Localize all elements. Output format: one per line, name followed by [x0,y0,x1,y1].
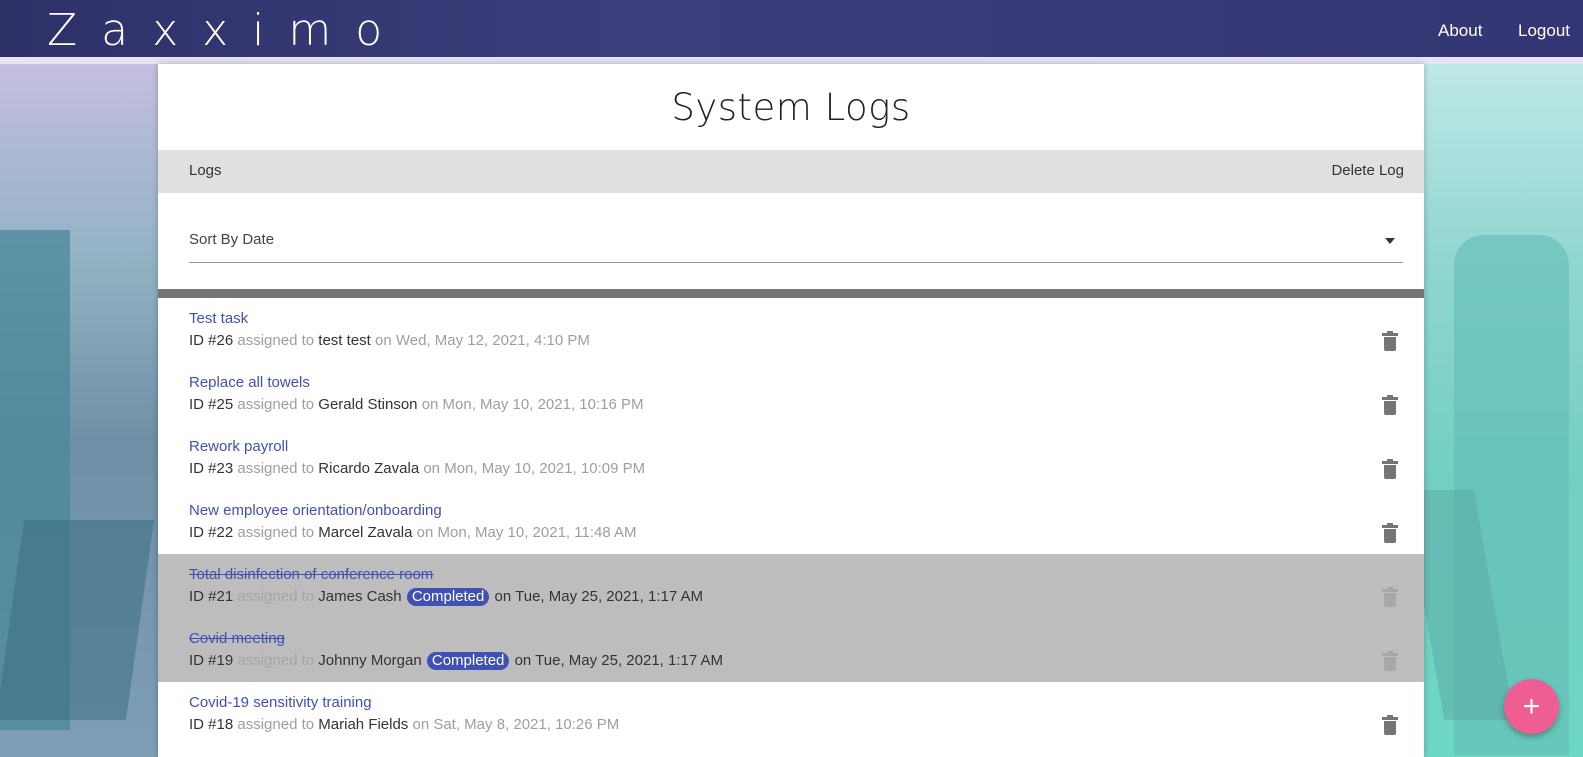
log-assigned-label: assigned to [237,588,315,605]
log-meta: ID #25 assigned to Gerald Stinson on Mon… [189,396,644,413]
log-title-link[interactable]: New employee orientation/onboarding [189,502,442,519]
log-assignee: Ricardo Zavala [318,460,420,477]
log-meta: ID #26 assigned to test test on Wed, May… [189,332,590,349]
log-meta: ID #19 assigned to Johnny Morgan Complet… [189,652,723,670]
trash-icon[interactable] [1382,395,1398,415]
log-assignee: Marcel Zavala [318,524,413,541]
log-assigned-label: assigned to [237,396,315,413]
log-date: on Wed, May 12, 2021, 4:10 PM [374,332,590,349]
nav-about-link[interactable]: About [1438,20,1482,42]
log-date: on Tue, May 25, 2021, 1:17 AM [514,652,724,669]
log-assigned-label: assigned to [237,524,315,541]
list-item: New employee orientation/onboarding ID #… [158,490,1424,554]
log-meta: ID #22 assigned to Marcel Zavala on Mon,… [189,524,637,541]
log-date: on Sat, May 8, 2021, 10:26 PM [412,716,620,733]
log-date: on Mon, May 10, 2021, 10:09 PM [423,460,646,477]
log-id: ID #21 [189,588,234,605]
log-date: on Tue, May 25, 2021, 1:17 AM [494,588,704,605]
navbar: Zaxximo About Logout [0,0,1583,57]
log-meta: ID #18 assigned to Mariah Fields on Sat,… [189,716,619,733]
trash-icon[interactable] [1382,651,1398,671]
log-assignee: Johnny Morgan [318,652,422,669]
log-title-link[interactable]: Covid meeting [189,630,285,647]
status-badge: Completed [426,652,510,670]
log-title-link[interactable]: Test task [189,310,248,327]
list-item: Replace all towels ID #25 assigned to Ge… [158,362,1424,426]
list-divider [158,289,1424,298]
log-id: ID #25 [189,396,234,413]
log-date: on Mon, May 10, 2021, 11:48 AM [416,524,637,541]
page-title: System Logs [671,86,911,129]
background-chair-left [0,520,155,720]
tab-logs[interactable]: Logs [189,162,222,179]
list-item: Covid-19 sensitivity training ID #18 ass… [158,682,1424,746]
sort-select[interactable]: Sort By Date [189,219,1403,263]
list-item-completed: Total disinfection of conference room ID… [158,554,1424,618]
list-item-completed: Covid meeting ID #19 assigned to Johnny … [158,618,1424,682]
log-id: ID #19 [189,652,234,669]
log-title-link[interactable]: Replace all towels [189,374,310,391]
log-assigned-label: assigned to [237,716,315,733]
trash-icon[interactable] [1382,331,1398,351]
log-id: ID #23 [189,460,234,477]
list-item: Test task ID #26 assigned to test test o… [158,298,1424,362]
log-id: ID #22 [189,524,234,541]
log-assignee: Gerald Stinson [318,396,418,413]
trash-icon[interactable] [1382,459,1398,479]
tab-bar: Logs Delete Log [158,150,1424,193]
log-title-link[interactable]: Rework payroll [189,438,288,455]
log-title-link[interactable]: Total disinfection of conference room [189,566,433,583]
log-id: ID #18 [189,716,234,733]
brand-logo[interactable]: Zaxximo [47,6,406,56]
log-id: ID #26 [189,332,234,349]
plus-icon: + [1522,690,1541,723]
log-meta: ID #21 assigned to James Cash Completed … [189,588,703,606]
navbar-underline [0,57,1583,64]
log-assigned-label: assigned to [237,332,315,349]
log-assigned-label: assigned to [237,460,315,477]
status-badge: Completed [406,588,490,606]
caret-down-icon [1385,238,1395,244]
trash-icon[interactable] [1382,587,1398,607]
trash-icon[interactable] [1382,715,1398,735]
list-item: Rework payroll ID #23 assigned to Ricard… [158,426,1424,490]
log-assigned-label: assigned to [237,652,315,669]
log-assignee: James Cash [318,588,402,605]
add-log-button[interactable]: + [1504,679,1559,734]
background-left [0,60,160,757]
sort-select-value: Sort By Date [189,231,275,248]
log-assignee: Mariah Fields [318,716,409,733]
tab-delete-log[interactable]: Delete Log [1331,162,1404,179]
log-meta: ID #23 assigned to Ricardo Zavala on Mon… [189,460,645,477]
log-title-link[interactable]: Covid-19 sensitivity training [189,694,372,711]
nav-logout-link[interactable]: Logout [1518,20,1570,42]
logs-card: System Logs Logs Delete Log Sort By Date… [158,64,1424,757]
background-right [1403,60,1583,757]
log-assignee: test test [318,332,371,349]
trash-icon[interactable] [1382,523,1398,543]
log-date: on Mon, May 10, 2021, 10:16 PM [421,396,644,413]
